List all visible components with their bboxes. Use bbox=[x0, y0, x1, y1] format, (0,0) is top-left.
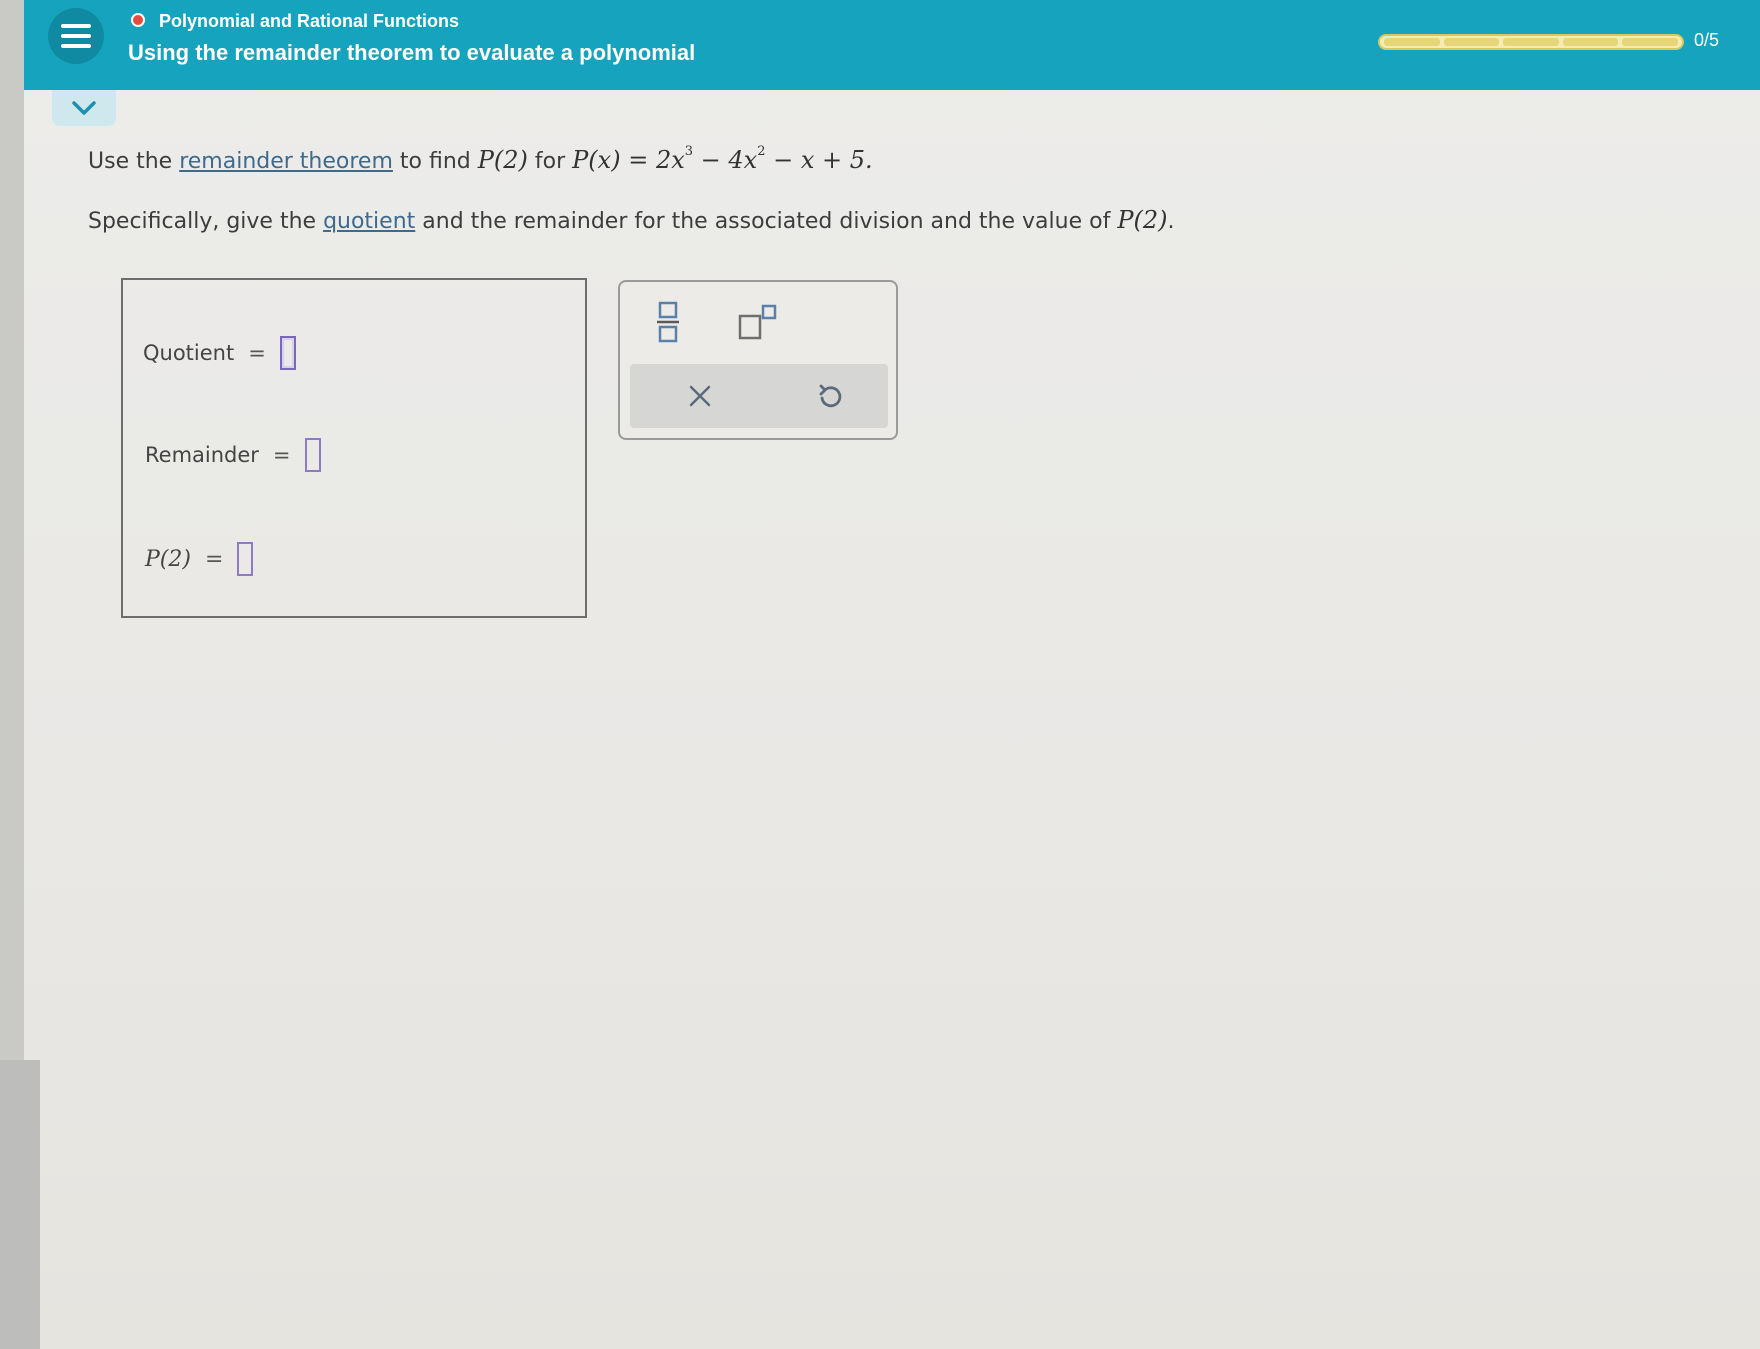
progress-segment bbox=[1384, 38, 1440, 46]
problem-line-2: Specifically, give the quotient and the … bbox=[88, 206, 1174, 234]
answer-box: Quotient = Remainder = P(2) = bbox=[121, 278, 587, 618]
toolbox-action-row bbox=[630, 364, 888, 428]
lesson-title: Using the remainder theorem to evaluate … bbox=[128, 40, 696, 65]
clear-button[interactable] bbox=[680, 376, 720, 416]
math-toolbox bbox=[618, 280, 898, 440]
value-label: P(2) bbox=[145, 546, 191, 572]
equals-sign: = bbox=[248, 341, 266, 365]
math-expr: P(2) bbox=[1117, 206, 1168, 234]
problem-text: and the remainder for the associated div… bbox=[415, 209, 1118, 234]
problem-text: Use the bbox=[88, 149, 180, 174]
math-p-of-2: P(2) bbox=[1117, 206, 1167, 234]
p2-input[interactable] bbox=[237, 542, 254, 576]
close-icon bbox=[689, 385, 711, 407]
problem-text: to find bbox=[392, 149, 478, 174]
exponent-button[interactable] bbox=[732, 296, 784, 348]
math-exponent: 3 bbox=[684, 144, 694, 159]
math-expr: − x + 5. bbox=[765, 146, 873, 174]
topic-title: Polynomial and Rational Functions bbox=[159, 11, 460, 31]
undo-button[interactable] bbox=[810, 376, 850, 416]
math-expr: P(2) bbox=[477, 146, 528, 174]
equals-sign: = bbox=[272, 443, 291, 467]
undo-icon bbox=[819, 384, 842, 408]
progress-segment bbox=[1562, 38, 1619, 46]
remainder-row: Remainder = bbox=[145, 438, 321, 472]
value-row: P(2) = bbox=[145, 542, 254, 576]
fraction-template-icon bbox=[657, 301, 679, 343]
remainder-label: Remainder bbox=[145, 443, 259, 467]
polynomial-expression: P(x) = 2x3 − 4x2 − x + 5. bbox=[572, 144, 873, 174]
progress-segment bbox=[1622, 38, 1678, 46]
quotient-input[interactable] bbox=[279, 336, 296, 370]
progress-segment bbox=[1443, 38, 1500, 46]
hamburger-menu-icon bbox=[61, 24, 91, 48]
chevron-down-icon bbox=[72, 101, 96, 115]
math-exponent: 2 bbox=[757, 144, 766, 159]
remainder-input[interactable] bbox=[304, 438, 321, 472]
progress-bar bbox=[1378, 34, 1684, 50]
math-expr: P(x) bbox=[572, 146, 621, 174]
equals-sign: = bbox=[204, 546, 224, 572]
quotient-row: Quotient = bbox=[143, 336, 296, 370]
page-background bbox=[24, 0, 1760, 1349]
math-expr: = bbox=[620, 146, 656, 174]
quotient-link[interactable]: quotient bbox=[323, 209, 415, 234]
problem-text: for bbox=[527, 149, 573, 174]
exponent-template-icon bbox=[738, 304, 777, 340]
problem-text: Specifically, give the bbox=[88, 209, 324, 234]
problem-line-1: Use the remainder theorem to find P(2) f… bbox=[88, 144, 873, 174]
quotient-label: Quotient bbox=[143, 341, 235, 365]
math-expr: 2x bbox=[655, 146, 685, 174]
menu-button[interactable] bbox=[48, 8, 104, 64]
screen: Polynomial and Rational Functions Using … bbox=[0, 0, 1760, 1349]
math-p-of-2: P(2) bbox=[478, 146, 528, 174]
progress-segment bbox=[1503, 38, 1559, 46]
math-expr: − 4x bbox=[693, 146, 758, 174]
topic-status-dot bbox=[131, 13, 145, 27]
progress-count: 0/5 bbox=[1694, 30, 1720, 50]
bezel-strip bbox=[0, 1060, 40, 1349]
collapse-toggle[interactable] bbox=[52, 90, 116, 126]
problem-text: . bbox=[1167, 209, 1175, 234]
remainder-theorem-link[interactable]: remainder theorem bbox=[179, 149, 393, 174]
fraction-button[interactable] bbox=[650, 296, 686, 348]
